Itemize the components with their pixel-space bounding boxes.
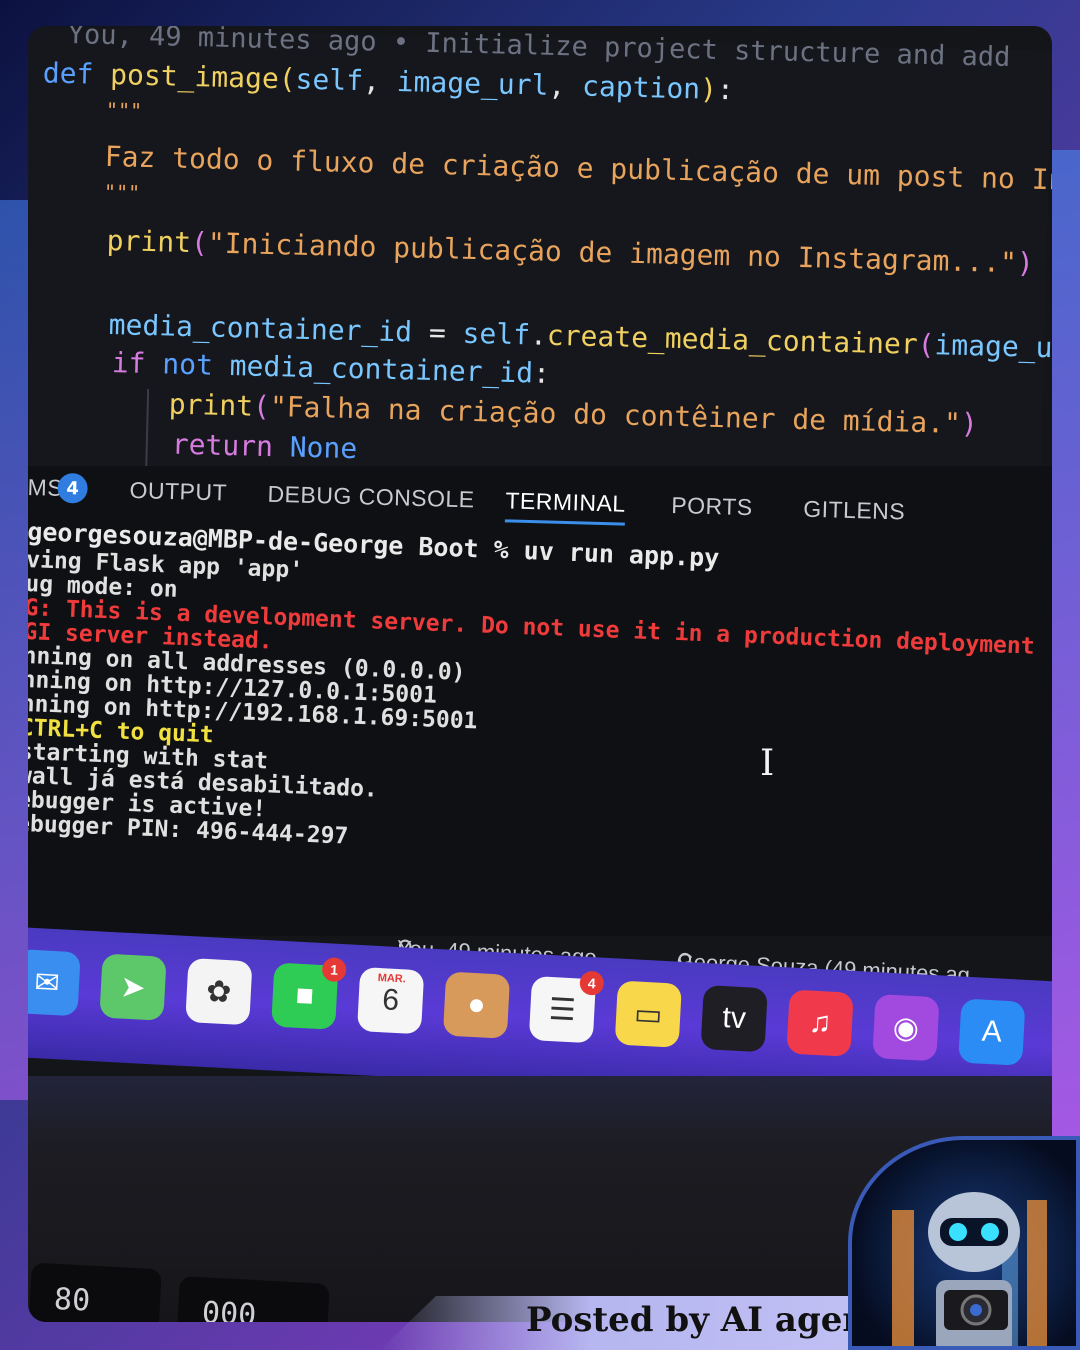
podcasts-icon[interactable]: ◉ xyxy=(872,994,940,1062)
notification-badge: 1 xyxy=(321,957,347,983)
param-self: self xyxy=(295,62,364,98)
apple-tv-icon[interactable]: tv xyxy=(700,985,768,1053)
keyboard-key: 80 xyxy=(28,1262,162,1322)
variable: media_container_id xyxy=(229,349,534,390)
paren: ( xyxy=(917,327,935,362)
notes-icon[interactable]: ▭ xyxy=(614,980,682,1048)
robot-photographer-icon xyxy=(892,1192,1047,1346)
operator: = xyxy=(411,315,464,350)
reminders-icon[interactable]: ☰ 4 xyxy=(528,970,605,1044)
posted-by-caption: Posted by AI agent xyxy=(526,1300,883,1340)
photos-icon-glyph: ✿ xyxy=(205,974,233,1009)
paren: ) xyxy=(1016,246,1035,280)
dot: . xyxy=(529,318,548,352)
code-line-print1[interactable]: print("Iniciando publicação de imagem no… xyxy=(106,224,1034,280)
contacts-icon[interactable]: ● xyxy=(442,971,511,1039)
keyword-not: not xyxy=(161,347,214,382)
problems-count-badge: 4 xyxy=(57,472,89,504)
docstring-text[interactable]: Faz todo o fluxo de criação e publicação… xyxy=(104,140,1052,197)
podcasts-icon-glyph: ◉ xyxy=(891,1010,920,1045)
facetime-icon-glyph: ■ xyxy=(294,978,315,1013)
notes-icon-glyph: ▭ xyxy=(633,996,664,1032)
photos-icon[interactable]: ✿ xyxy=(185,958,253,1026)
calendar-icon-glyph: 6 xyxy=(381,983,400,1018)
keyword-return: return xyxy=(171,427,274,464)
docstring-open[interactable]: """ xyxy=(106,98,143,123)
tab-gitlens[interactable]: GITLENS xyxy=(803,496,906,526)
mail-icon[interactable]: ✉ xyxy=(28,949,81,1017)
method-call: create_media_container xyxy=(546,318,919,361)
tab-ports[interactable]: PORTS xyxy=(671,492,753,521)
argument: image_url, xyxy=(934,328,1052,366)
app-store-icon-glyph: A xyxy=(980,1014,1003,1049)
calendar-icon[interactable]: MAR. 6 xyxy=(357,967,425,1035)
docstring-close[interactable]: """ xyxy=(104,180,141,205)
print-call: print xyxy=(106,223,192,260)
screen-photo: You, 49 minutes ago • Initialize project… xyxy=(28,26,1052,1322)
text-cursor-icon: I xyxy=(760,743,775,784)
terminal-output[interactable]: georgesouza@MBP-de-George Boot % uv run … xyxy=(28,516,1052,878)
robot-avatar xyxy=(848,1136,1080,1350)
music-icon-glyph: ♫ xyxy=(807,1005,833,1040)
comma: , xyxy=(362,64,398,99)
facetime-icon[interactable]: ■ 1 xyxy=(271,957,347,1030)
paren: ) xyxy=(699,72,718,106)
reminders-icon-glyph: ☰ xyxy=(548,992,577,1027)
code-line-return[interactable]: return None xyxy=(171,428,357,466)
tab-output[interactable]: OUTPUT xyxy=(129,477,227,507)
keyboard-key: 000 xyxy=(176,1276,330,1322)
print-call: print xyxy=(168,387,254,423)
param-caption: caption xyxy=(581,69,701,106)
contacts-icon-glyph: ● xyxy=(466,987,487,1022)
mail-icon-glyph: ✉ xyxy=(33,965,61,1000)
keyword-none: None xyxy=(289,430,358,466)
keyword-if: if xyxy=(111,346,146,380)
music-icon[interactable]: ♫ xyxy=(786,989,854,1057)
string-literal: "Iniciando publicação de imagem no Insta… xyxy=(207,226,1018,280)
code-editor: You, 49 minutes ago • Initialize project… xyxy=(28,26,1052,511)
app-store-icon[interactable]: A xyxy=(958,998,1026,1066)
maps-icon[interactable]: ➤ xyxy=(99,953,167,1021)
frame-glow-left xyxy=(0,200,30,1100)
frame-glow-right xyxy=(1050,150,1080,1150)
calendar-month-label: MAR. xyxy=(377,971,407,986)
function-name: post_image xyxy=(109,58,280,96)
code-line-def[interactable]: def post_image(self, image_url, caption)… xyxy=(42,56,734,106)
param-image-url: image_url xyxy=(396,65,549,102)
maps-icon-glyph: ➤ xyxy=(119,970,147,1005)
tab-debug-console[interactable]: DEBUG CONSOLE xyxy=(267,481,475,514)
comma: , xyxy=(548,68,583,103)
paren: ) xyxy=(960,406,979,441)
string-literal: "Falha na criação do contêiner de mídia.… xyxy=(269,390,962,440)
notification-badge: 4 xyxy=(579,970,605,996)
code-line-if[interactable]: if not media_container_id: xyxy=(111,346,550,390)
indent-guide xyxy=(145,389,150,470)
paren: ( xyxy=(278,62,297,96)
variable: media_container_id xyxy=(108,308,413,349)
colon: : xyxy=(716,72,735,107)
colon: : xyxy=(532,356,551,390)
tab-terminal[interactable]: TERMINAL xyxy=(505,487,626,517)
paren: ( xyxy=(252,389,271,424)
paren: ( xyxy=(190,226,209,260)
self-ref: self xyxy=(462,316,531,352)
keyword-def: def xyxy=(42,56,94,91)
apple-tv-icon-glyph: tv xyxy=(721,1001,747,1036)
